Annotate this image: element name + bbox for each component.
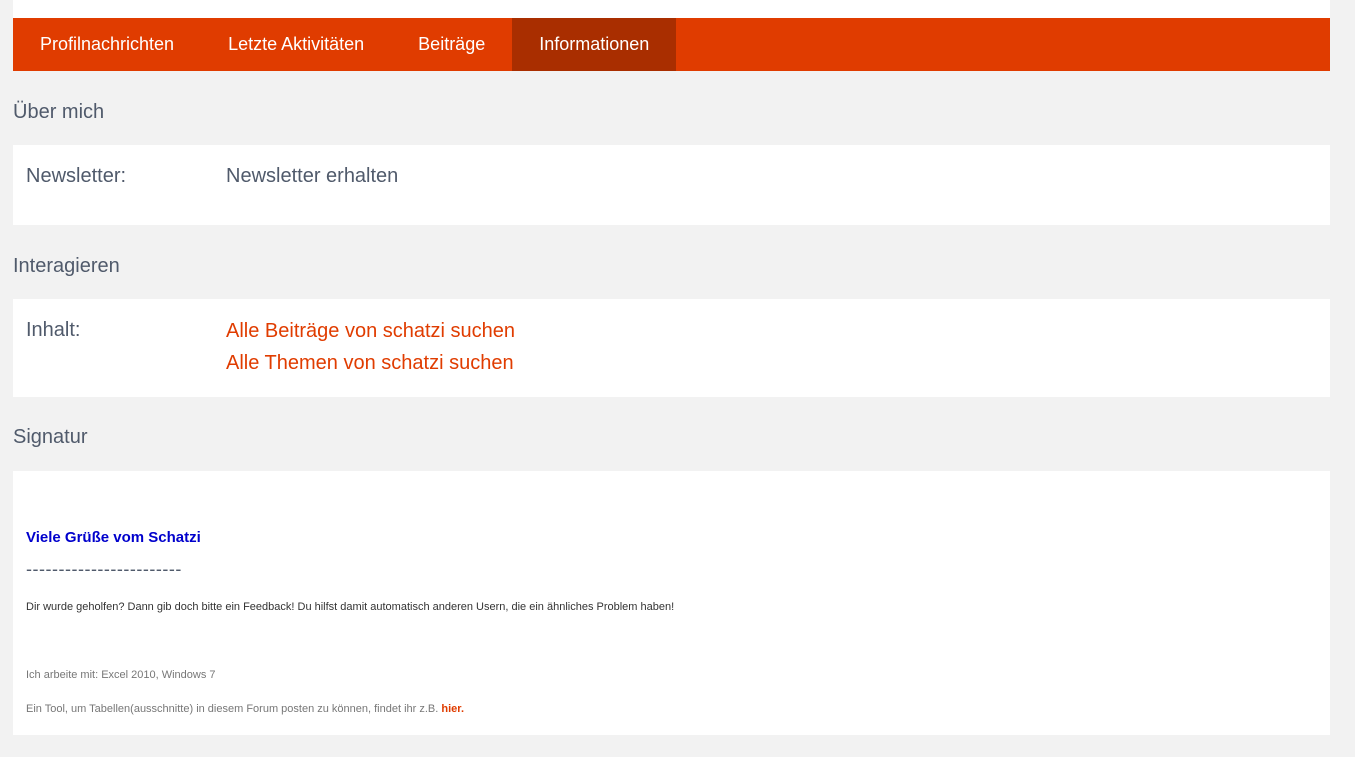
- tab-informationen[interactable]: Informationen: [512, 18, 677, 71]
- interact-panel: Inhalt: Alle Beiträge von schatzi suchen…: [13, 299, 1330, 397]
- newsletter-value: Newsletter erhalten: [226, 165, 399, 187]
- signature-panel: Viele Grüße vom Schatzi ----------------…: [13, 471, 1330, 735]
- content-label: Inhalt:: [26, 319, 81, 341]
- search-posts-link[interactable]: Alle Beiträge von schatzi suchen: [226, 315, 515, 347]
- about-section-title: Über mich: [13, 101, 105, 123]
- signature-feedback-text: Dir wurde geholfen? Dann gib doch bitte …: [26, 601, 675, 613]
- signature-greeting: Viele Grüße vom Schatzi: [26, 529, 201, 546]
- search-topics-link[interactable]: Alle Themen von schatzi suchen: [226, 347, 515, 379]
- content-links: Alle Beiträge von schatzi suchen Alle Th…: [226, 315, 515, 379]
- top-strip: [13, 0, 1330, 18]
- signature-tool-line: Ein Tool, um Tabellen(ausschnitte) in di…: [26, 703, 464, 715]
- signature-tool-link[interactable]: hier.: [441, 703, 464, 715]
- newsletter-label: Newsletter:: [26, 165, 127, 187]
- signature-section-title: Signatur: [13, 426, 88, 448]
- tab-profilnachrichten[interactable]: Profilnachrichten: [13, 18, 201, 71]
- tab-beitraege[interactable]: Beiträge: [391, 18, 512, 71]
- about-panel: Newsletter: Newsletter erhalten: [13, 145, 1330, 225]
- tab-letzte-aktivitaeten[interactable]: Letzte Aktivitäten: [201, 18, 391, 71]
- profile-tabs: Profilnachrichten Letzte Aktivitäten Bei…: [13, 18, 1330, 71]
- signature-setup-text: Ich arbeite mit: Excel 2010, Windows 7: [26, 669, 216, 681]
- interact-section-title: Interagieren: [13, 255, 120, 277]
- signature-divider: ------------------------: [26, 559, 182, 579]
- signature-tool-text: Ein Tool, um Tabellen(ausschnitte) in di…: [26, 703, 442, 715]
